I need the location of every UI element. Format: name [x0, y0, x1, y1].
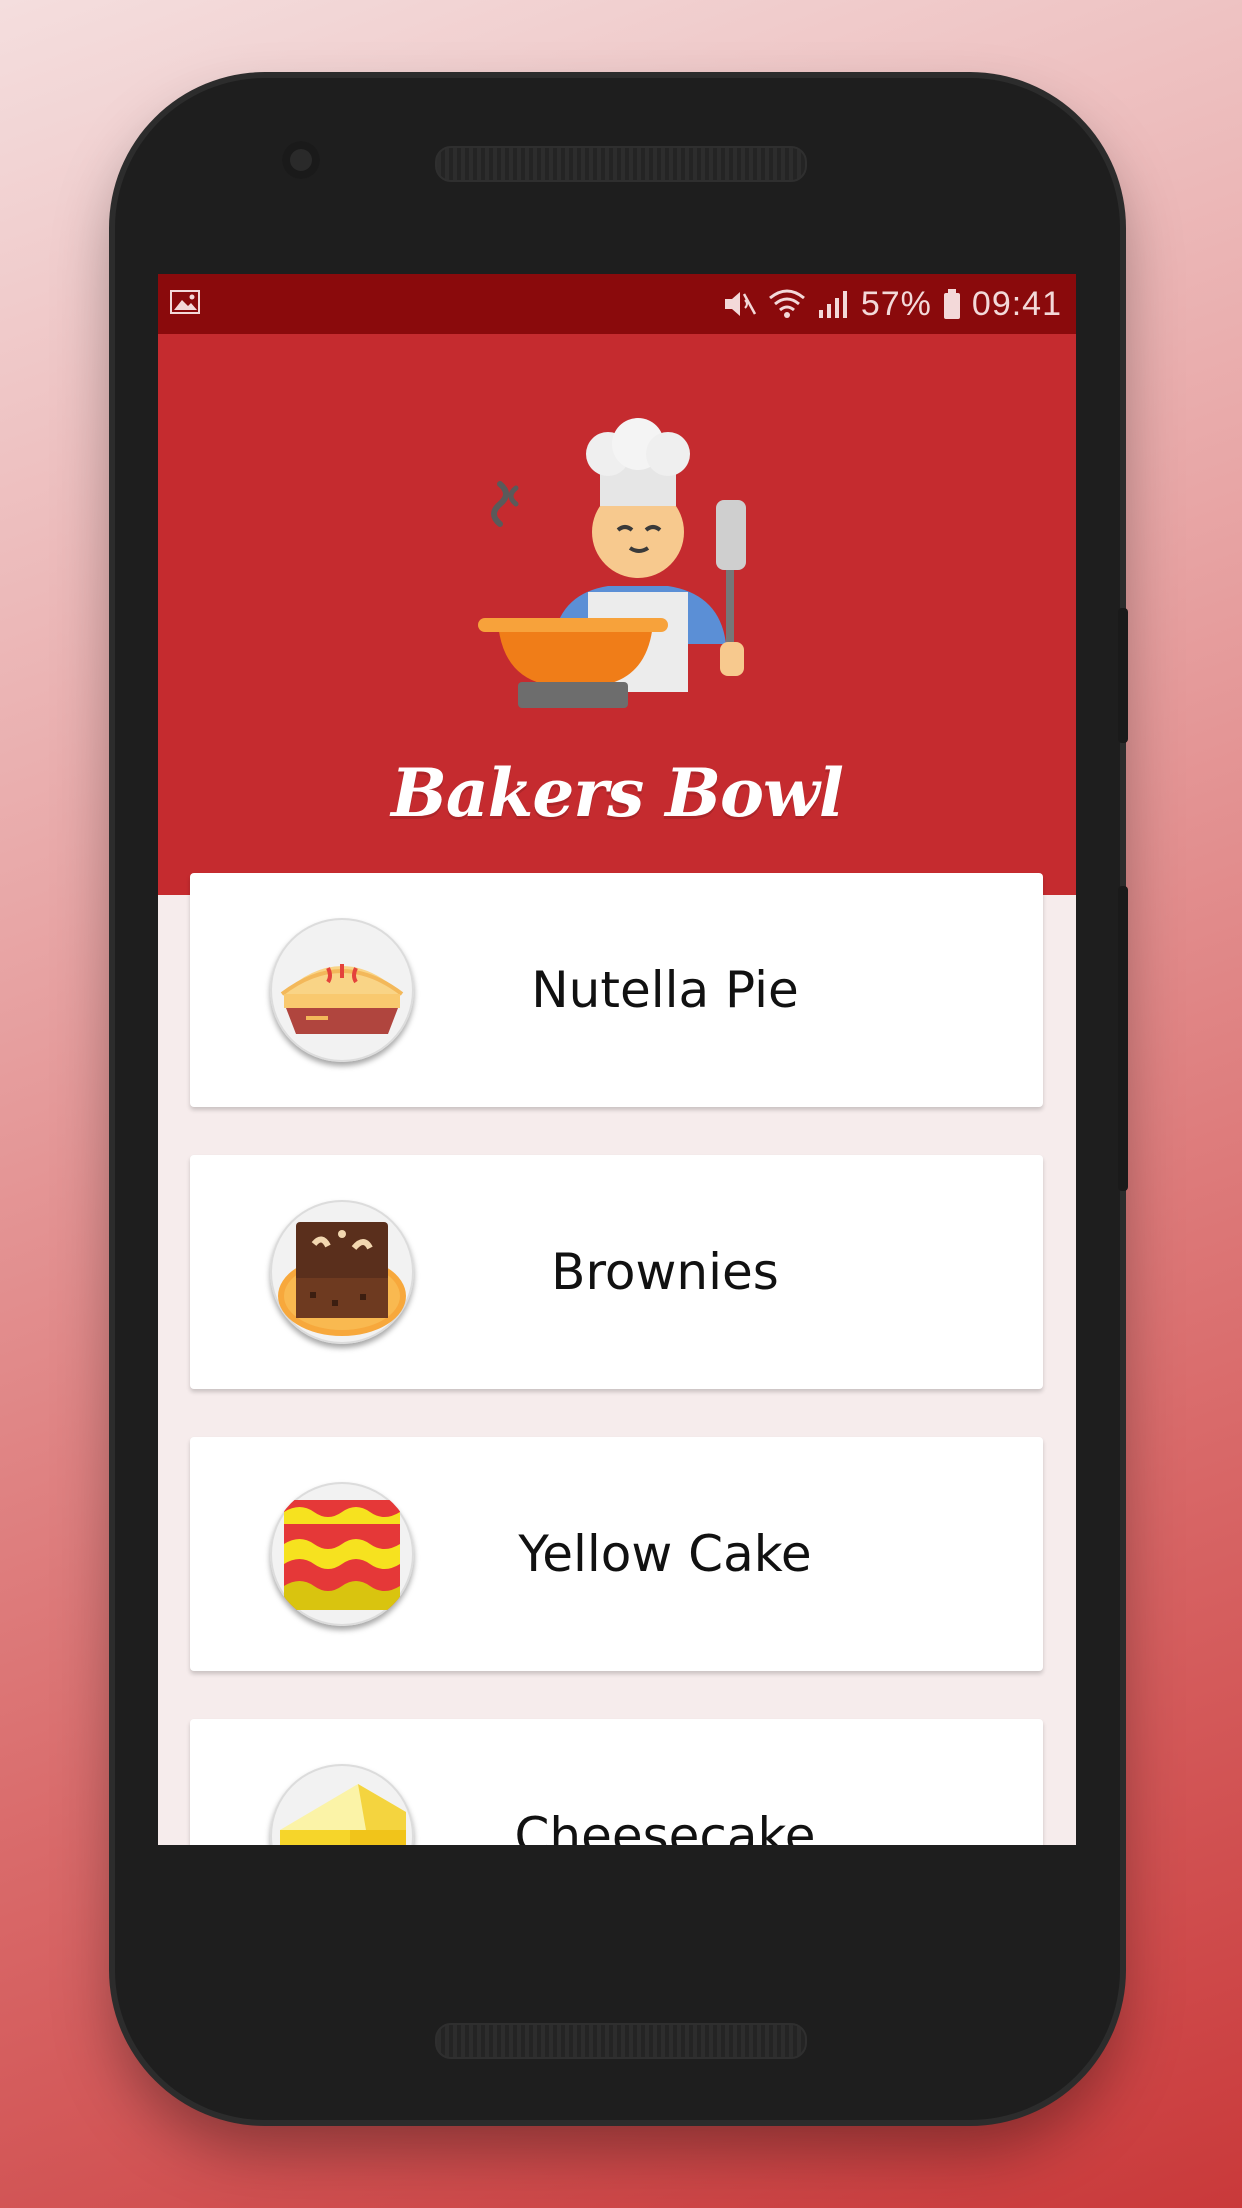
status-bar: 57% 09:41 [158, 274, 1076, 334]
pie-icon [270, 918, 414, 1062]
app-header: Bakers Bowl [158, 334, 1076, 895]
top-speaker [435, 146, 807, 182]
volume-button [1118, 608, 1128, 743]
cheesecake-icon [270, 1764, 414, 1845]
power-button [1118, 886, 1128, 1191]
bottom-speaker [435, 2023, 807, 2059]
phone-frame: 57% 09:41 Bakers Bowl Nutella Pie Browni… [115, 78, 1128, 2120]
recipe-card-cheesecake[interactable]: Cheesecake [190, 1719, 1043, 1845]
recipe-name: Yellow Cake [518, 1525, 812, 1583]
recipe-card-nutella-pie[interactable]: Nutella Pie [190, 873, 1043, 1107]
recipe-card-yellow-cake[interactable]: Yellow Cake [190, 1437, 1043, 1671]
recipe-name: Brownies [551, 1243, 779, 1301]
yellow-cake-icon [270, 1482, 414, 1626]
clock: 09:41 [971, 284, 1062, 323]
wifi-icon [768, 289, 805, 318]
recipe-name: Nutella Pie [531, 961, 799, 1019]
app-screen: 57% 09:41 Bakers Bowl Nutella Pie Browni… [158, 274, 1076, 1845]
battery-percent: 57% [860, 284, 932, 323]
mute-icon [724, 292, 756, 316]
front-camera [282, 141, 320, 179]
chef-icon [478, 418, 746, 708]
recipe-card-brownies[interactable]: Brownies [190, 1155, 1043, 1389]
recipe-name: Cheesecake [514, 1807, 816, 1845]
image-icon [170, 290, 200, 314]
battery-icon [943, 289, 960, 319]
app-title: Bakers Bowl [391, 754, 844, 832]
recipe-list[interactable]: Nutella Pie Brownies Yellow Cake Cheesec… [158, 873, 1076, 1845]
brownie-icon [270, 1200, 414, 1344]
signal-icon [818, 291, 847, 318]
